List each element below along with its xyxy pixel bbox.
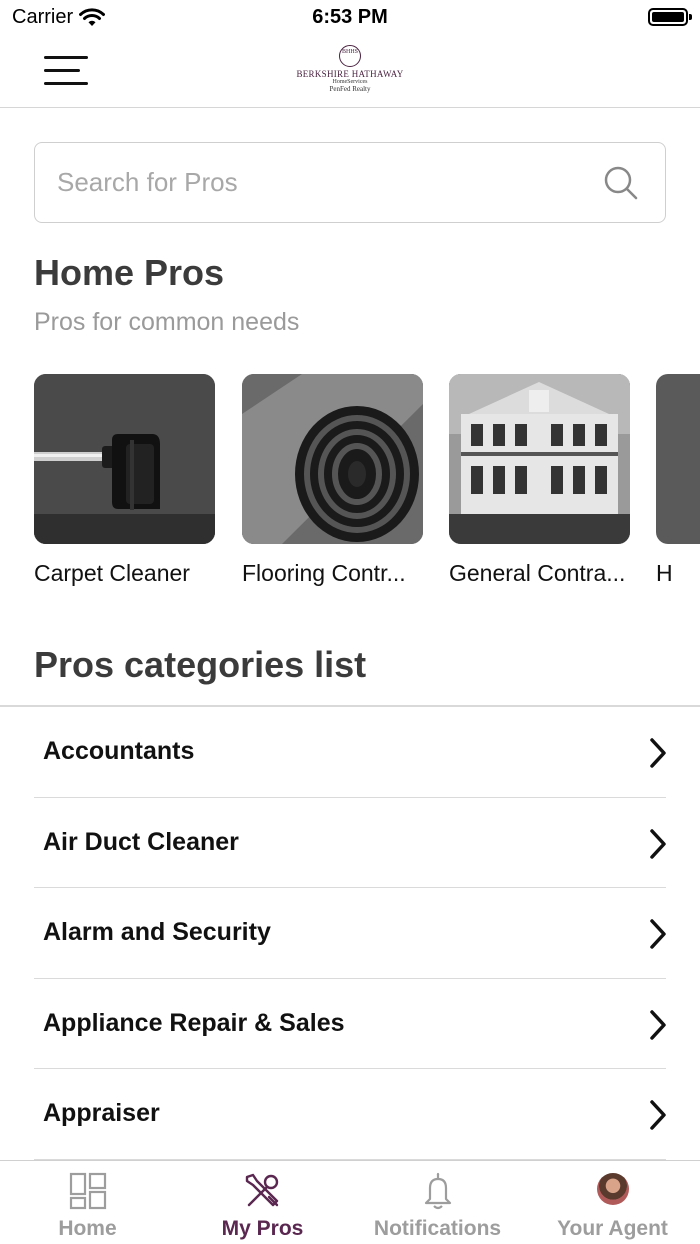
logo-seal: BHHS xyxy=(339,45,361,67)
category-item[interactable]: Appraiser xyxy=(0,1069,700,1160)
home-pros-subtitle: Pros for common needs xyxy=(34,308,300,336)
pro-card-flooring-contractor[interactable]: Flooring Contr... xyxy=(242,374,423,587)
search-input[interactable] xyxy=(57,143,597,221)
house-photo xyxy=(449,374,630,544)
category-item[interactable]: Accountants xyxy=(0,707,700,798)
tab-label: Home xyxy=(58,1217,117,1240)
status-time: 6:53 PM xyxy=(312,6,388,28)
partial-photo xyxy=(656,374,700,544)
category-item[interactable]: Appliance Repair & Sales xyxy=(0,979,700,1069)
grid-icon xyxy=(69,1172,106,1210)
tab-label: Your Agent xyxy=(557,1217,668,1240)
tab-home[interactable]: Home xyxy=(0,1161,175,1244)
vacuum-photo xyxy=(34,374,215,544)
tab-notifications[interactable]: Notifications xyxy=(350,1161,525,1244)
categories-title: Pros categories list xyxy=(34,644,367,685)
category-label: Appliance Repair & Sales xyxy=(43,1008,345,1037)
tab-bar: Home My Pros Notifications Your Agent xyxy=(0,1160,700,1244)
pro-card-label: General Contra... xyxy=(449,560,626,586)
status-bar: Carrier 6:53 PM xyxy=(0,0,700,36)
tools-icon xyxy=(245,1173,278,1207)
search-icon[interactable] xyxy=(603,165,639,201)
search-box[interactable] xyxy=(34,142,666,223)
bell-icon xyxy=(424,1172,451,1210)
category-label: Appraiser xyxy=(43,1099,160,1127)
agent-avatar xyxy=(596,1173,629,1205)
categories-list: Accountants Air Duct Cleaner Alarm and S… xyxy=(0,707,700,1160)
tab-label: Notifications xyxy=(373,1217,502,1240)
pro-card-carpet-cleaner[interactable]: Carpet Cleaner xyxy=(34,374,215,587)
category-label: Air Duct Cleaner xyxy=(43,827,239,856)
home-pros-carousel[interactable]: Carpet Cleaner Flooring Contr... General… xyxy=(34,374,700,604)
pro-card-label: H xyxy=(656,560,673,586)
pro-card-partial[interactable]: H xyxy=(656,374,700,587)
pro-card-label: Carpet Cleaner xyxy=(34,560,190,586)
tab-your-agent[interactable]: Your Agent xyxy=(525,1161,700,1244)
home-pros-title: Home Pros xyxy=(34,252,225,293)
brand-logo: BHHS BERKSHIRE HATHAWAY HomeServices Pen… xyxy=(294,45,406,99)
chevron-right-icon xyxy=(650,1100,666,1130)
app-header: BHHS BERKSHIRE HATHAWAY HomeServices Pen… xyxy=(0,36,700,108)
menu-button[interactable] xyxy=(44,54,90,88)
pro-card-label: Flooring Contr... xyxy=(242,560,406,586)
category-label: Alarm and Security xyxy=(43,918,271,946)
chevron-right-icon xyxy=(650,738,666,768)
category-item[interactable]: Air Duct Cleaner xyxy=(0,798,700,888)
chevron-right-icon xyxy=(650,1009,666,1040)
battery-icon xyxy=(648,8,692,26)
chevron-right-icon xyxy=(650,828,666,859)
logo-office: PenFed Realty xyxy=(329,85,371,93)
category-item[interactable]: Alarm and Security xyxy=(0,888,700,979)
tab-my-pros[interactable]: My Pros xyxy=(175,1161,350,1244)
rolled-rug-photo xyxy=(242,374,423,544)
logo-company: BERKSHIRE HATHAWAY xyxy=(296,69,404,79)
pro-card-general-contractor[interactable]: General Contra... xyxy=(449,374,630,587)
chevron-right-icon xyxy=(650,919,666,949)
tab-label: My Pros xyxy=(221,1217,304,1240)
category-label: Accountants xyxy=(43,737,195,765)
